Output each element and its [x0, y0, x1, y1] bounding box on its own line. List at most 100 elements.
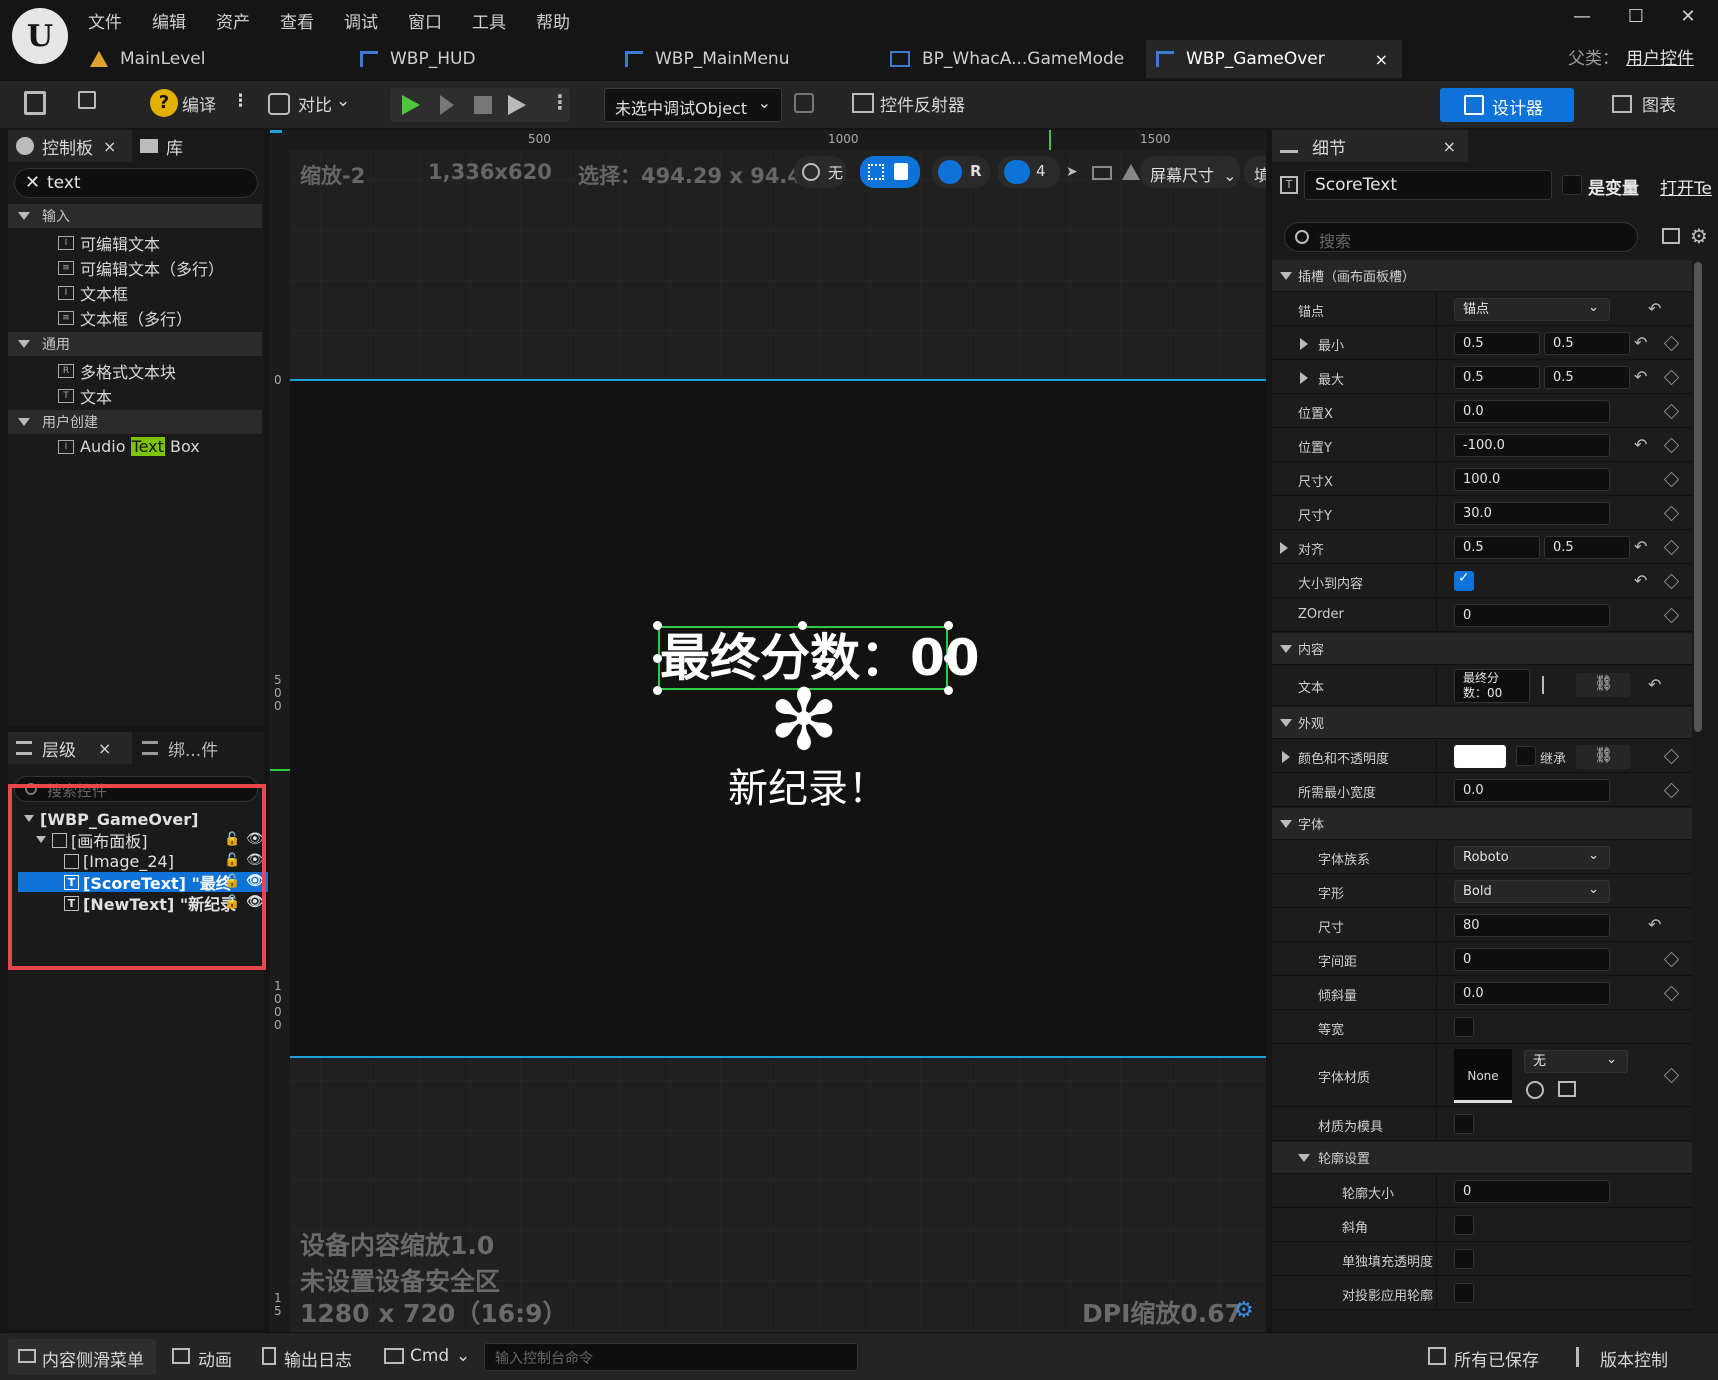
close-icon[interactable]: ×	[1443, 137, 1456, 156]
details-section-header[interactable]: 内容	[1272, 633, 1692, 665]
source-control-icon[interactable]	[1576, 1347, 1592, 1367]
grid-snap-toggle[interactable]: 4	[998, 156, 1060, 188]
close-window-button[interactable]: ✕	[1668, 6, 1708, 32]
debug-object-dropdown[interactable]: 未选中调试Object ⌄	[604, 88, 782, 122]
property-value-input[interactable]: 0	[1454, 604, 1610, 627]
details-scrollbar[interactable]	[1694, 262, 1702, 732]
resize-handle[interactable]	[944, 654, 953, 663]
table-view-icon[interactable]	[1662, 228, 1680, 244]
widget-name-input[interactable]: ScoreText	[1304, 170, 1552, 200]
keyframe-diamond-icon[interactable]	[1663, 748, 1680, 764]
menu-help[interactable]: 帮助	[536, 8, 570, 33]
cmd-dropdown[interactable]: Cmd	[410, 1346, 449, 1366]
designer-button[interactable]: 设计器	[1440, 88, 1574, 122]
property-value-input[interactable]: 0.5	[1454, 536, 1540, 559]
keyframe-diamond-icon[interactable]	[1663, 782, 1680, 798]
property-value-input[interactable]: 0.5	[1454, 366, 1540, 389]
palette-item-editable-text-multiline[interactable]: ≡ 可编辑文本（多行）	[58, 256, 224, 280]
expand-arrow-icon[interactable]	[1282, 751, 1290, 763]
property-dropdown[interactable]: 锚点 ⌄	[1454, 298, 1610, 321]
keyframe-diamond-icon[interactable]	[1663, 437, 1680, 453]
palette-item-editable-text[interactable]: I 可编辑文本	[58, 231, 160, 255]
keyframe-diamond-icon[interactable]	[1663, 539, 1680, 555]
stop-icon[interactable]	[474, 96, 492, 114]
resize-handle[interactable]	[653, 621, 662, 630]
screen-size-dropdown[interactable]: 屏幕尺寸 ⌄	[1140, 156, 1240, 188]
expand-arrow-icon[interactable]	[1300, 372, 1308, 384]
hierarchy-tab[interactable]: 层级 ×	[8, 732, 132, 764]
keyframe-diamond-icon[interactable]	[1663, 335, 1680, 351]
property-value-input[interactable]: 0	[1454, 1180, 1610, 1203]
browse-icon[interactable]	[1558, 1081, 1576, 1097]
unreal-logo-icon[interactable]: U	[12, 8, 68, 64]
debug-browse-icon[interactable]	[794, 93, 814, 113]
localization-toggle[interactable]: 无	[794, 156, 846, 188]
localize-flag-icon[interactable]	[1542, 676, 1558, 694]
diff-icon[interactable]	[268, 93, 290, 115]
resize-handle[interactable]	[653, 654, 662, 663]
play-icon[interactable]	[402, 95, 420, 115]
open-text-link[interactable]: 打开Te	[1660, 174, 1712, 199]
property-checkbox[interactable]	[1454, 1249, 1474, 1269]
fill-screen-dropdown[interactable]: 填	[1244, 156, 1266, 188]
output-log-button[interactable]: 输出日志	[284, 1346, 352, 1371]
keyframe-diamond-icon[interactable]	[1663, 607, 1680, 623]
property-dropdown[interactable]: Roboto ⌄	[1454, 846, 1610, 869]
keyframe-diamond-icon[interactable]	[1663, 951, 1680, 967]
details-section-header[interactable]: 插槽（画布面板槽）	[1272, 260, 1692, 292]
resize-handle[interactable]	[798, 621, 807, 630]
animation-button[interactable]: 动画	[198, 1346, 232, 1371]
reflector-icon[interactable]	[852, 93, 874, 113]
compile-status-icon[interactable]: ?	[150, 89, 178, 117]
is-variable-checkbox[interactable]	[1562, 175, 1582, 195]
minimize-button[interactable]: —	[1562, 6, 1602, 32]
palette-section-common[interactable]: 通用	[8, 332, 262, 356]
menu-window[interactable]: 窗口	[408, 8, 442, 33]
details-search-input[interactable]: 搜索	[1284, 222, 1638, 252]
reset-to-default-icon[interactable]: ↶	[1648, 299, 1661, 318]
property-checkbox[interactable]	[1454, 1017, 1474, 1037]
expand-arrow-icon[interactable]	[1300, 338, 1308, 350]
widget-reflector-button[interactable]: 控件反射器	[880, 91, 965, 116]
color-swatch[interactable]	[1454, 745, 1506, 768]
property-checkbox[interactable]	[1454, 1215, 1474, 1235]
property-value-input[interactable]: 100.0	[1454, 468, 1610, 491]
keyframe-diamond-icon[interactable]	[1663, 1067, 1680, 1084]
settings-gear-icon[interactable]: ⚙	[1690, 224, 1708, 248]
new-record-text-widget[interactable]: 新纪录！	[728, 756, 888, 814]
text-content-input[interactable]: 最终分 数：00	[1454, 669, 1530, 703]
keyframe-diamond-icon[interactable]	[1663, 403, 1680, 419]
palette-item-audio-text-box[interactable]: I Audio Text Box	[58, 437, 200, 456]
use-selected-icon[interactable]	[1526, 1081, 1544, 1099]
details-tab[interactable]: 细节 ×	[1272, 130, 1468, 162]
property-value-input[interactable]: 0	[1454, 948, 1610, 971]
bind-button[interactable]: ⛓	[1576, 673, 1630, 697]
menu-asset[interactable]: 资产	[216, 8, 250, 33]
expand-arrow-icon[interactable]	[1280, 542, 1288, 554]
parent-class-link[interactable]: 用户控件	[1626, 44, 1694, 69]
mirror-icon[interactable]	[1122, 164, 1140, 180]
console-command-input[interactable]: 输入控制台命令	[484, 1343, 858, 1371]
resize-handle[interactable]	[944, 621, 953, 630]
inherit-checkbox[interactable]	[1516, 746, 1536, 766]
save-icon[interactable]	[24, 91, 46, 115]
maximize-button[interactable]: ☐	[1616, 6, 1656, 32]
property-checkbox[interactable]	[1454, 1114, 1474, 1134]
palette-search-input[interactable]: ✕ text	[14, 168, 258, 198]
details-section-header[interactable]: 字体	[1272, 808, 1692, 840]
save-all-icon[interactable]	[1428, 1347, 1446, 1365]
tab-wbp-hud[interactable]: WBP_HUD	[360, 40, 610, 78]
library-tab[interactable]: 库	[140, 130, 260, 162]
clear-search-icon[interactable]: ✕	[25, 172, 40, 193]
reset-to-default-icon[interactable]: ↶	[1634, 435, 1647, 454]
keyframe-diamond-icon[interactable]	[1663, 573, 1680, 589]
eject-icon[interactable]	[508, 95, 526, 115]
diff-button[interactable]: 对比	[298, 91, 332, 116]
browse-icon[interactable]	[78, 91, 104, 115]
graph-button[interactable]: 图表	[1642, 91, 1676, 116]
palette-section-input[interactable]: 输入	[8, 204, 262, 228]
keyframe-diamond-icon[interactable]	[1663, 985, 1680, 1001]
tab-mainlevel[interactable]: MainLevel	[90, 40, 340, 78]
close-icon[interactable]: ×	[103, 137, 116, 156]
property-checkbox[interactable]	[1454, 1283, 1474, 1303]
